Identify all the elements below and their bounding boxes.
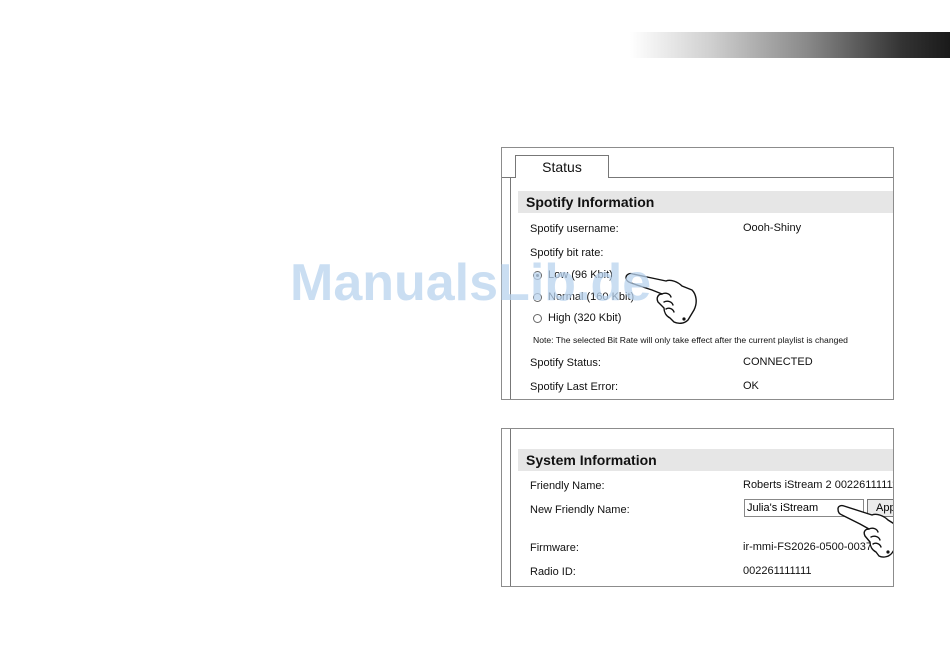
- radio-button-high[interactable]: [533, 313, 542, 323]
- pointing-hand-icon: [837, 504, 893, 558]
- firmware-label: Firmware:: [530, 542, 579, 554]
- spotify-username-value: Oooh-Shiny: [743, 222, 802, 234]
- spotify-status-value: CONNECTED: [743, 356, 813, 368]
- tab-status[interactable]: Status: [515, 155, 609, 178]
- bitrate-note: Note: The selected Bit Rate will only ta…: [533, 335, 848, 345]
- spotify-status-label: Spotify Status:: [530, 357, 601, 369]
- watermark: ManualsLib.de: [290, 254, 652, 312]
- system-information-panel: System Information Friendly Name: Robert…: [501, 428, 894, 587]
- spotify-section-heading: Spotify Information: [518, 191, 893, 213]
- inner-border: [510, 429, 511, 586]
- spotify-username-label: Spotify username:: [530, 223, 619, 235]
- bitrate-option-high-label: High (320 Kbit): [548, 312, 622, 324]
- radio-id-value: 002261111111: [743, 565, 812, 577]
- spotify-last-error-label: Spotify Last Error:: [530, 381, 619, 393]
- radio-id-label: Radio ID:: [530, 566, 576, 578]
- system-section-heading: System Information: [518, 449, 893, 471]
- spotify-last-error-value: OK: [743, 380, 759, 392]
- bitrate-option-high[interactable]: High (320 Kbit): [533, 312, 621, 324]
- new-friendly-name-label: New Friendly Name:: [530, 504, 630, 516]
- header-gradient-bar: [630, 32, 950, 58]
- friendly-name-label: Friendly Name:: [530, 480, 605, 492]
- friendly-name-value: Roberts iStream 2 002261111111: [743, 479, 894, 491]
